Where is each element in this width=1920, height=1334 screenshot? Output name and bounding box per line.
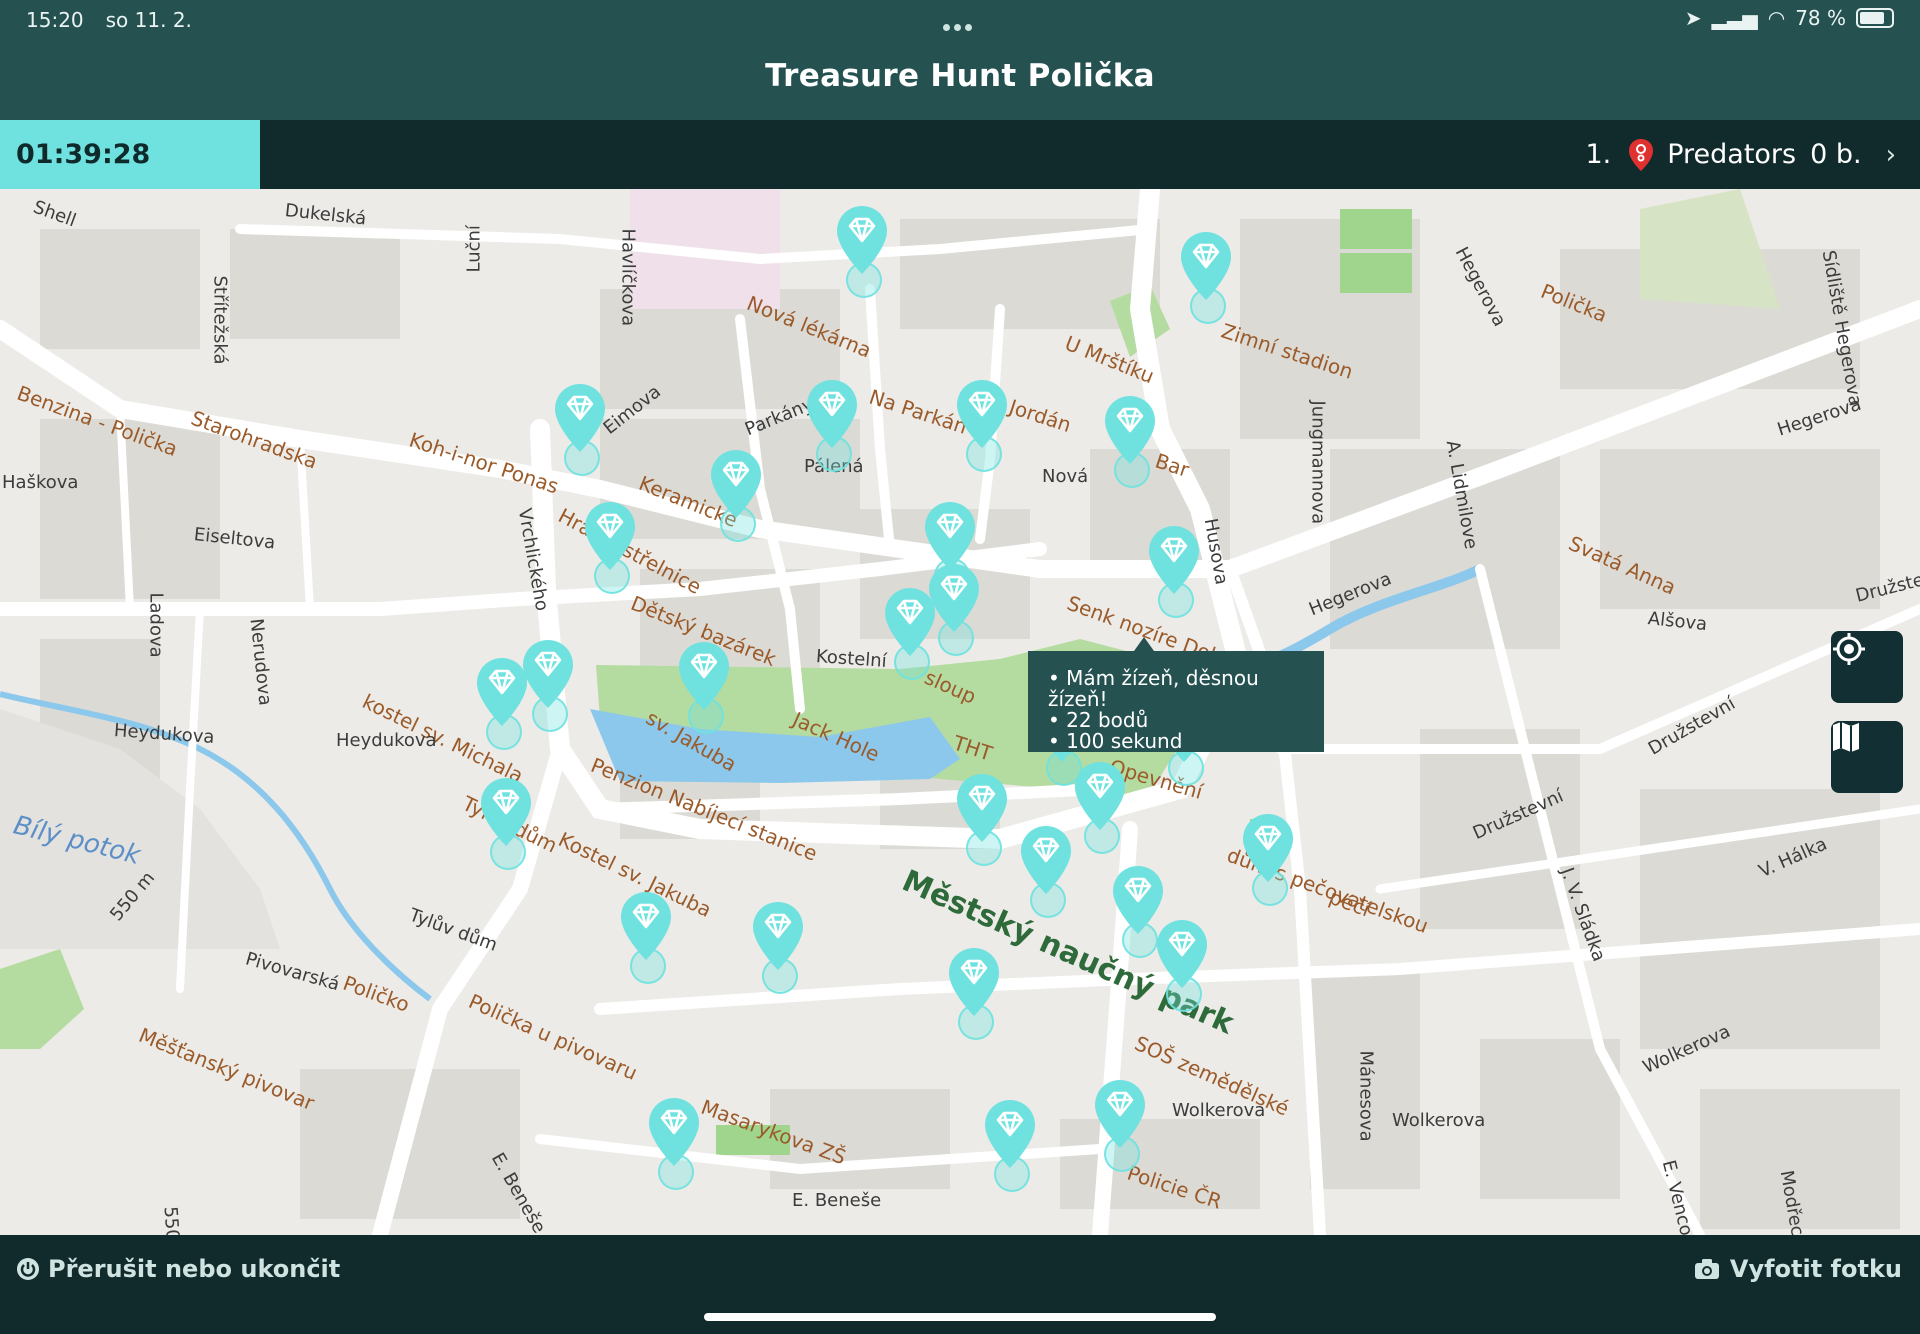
team-points: 0 b. [1810,139,1862,170]
treasure-pin-icon[interactable] [982,1098,1038,1192]
map-label: Havlíčkova [617,228,639,327]
take-photo-label: Vyfotit fotku [1729,1255,1902,1283]
map-label: 550 m [160,1206,185,1235]
map-label: Wolkerova [1392,1110,1486,1131]
signal-icon: ▂▃▅ [1711,6,1758,30]
pause-or-end-button[interactable]: Přerušit nebo ukončit [16,1255,340,1283]
treasure-pin-icon[interactable] [646,1096,702,1190]
locate-icon [1833,633,1865,665]
team-name: Predators [1667,139,1797,170]
treasure-pin-icon[interactable] [750,900,806,994]
multitasking-dots-icon[interactable] [943,16,977,31]
map-label: Mánesova [1355,1050,1377,1142]
home-indicator[interactable] [704,1313,1216,1321]
treasure-pin-icon[interactable] [1072,760,1128,854]
treasure-pin-icon[interactable] [954,378,1010,472]
treasure-pin-icon[interactable] [618,890,674,984]
treasure-pin-icon[interactable] [954,772,1010,866]
map-label: Ladova [145,592,167,658]
map-label: E. Beneše [792,1190,882,1211]
bottom-bar: Přerušit nebo ukončit Vyfotit fotku [0,1235,1920,1334]
status-bar-left: 15:20 so 11. 2. [26,8,214,32]
map-view[interactable]: Shell Dukelská Střítežská Luční Havlíčkova Be… [0,189,1920,1235]
treasure-pin-icon[interactable] [1146,524,1202,618]
map-label: Nová [1042,466,1089,487]
power-icon [17,1258,39,1280]
treasure-pin-icon[interactable] [552,382,608,476]
countdown-timer: 01:39:28 [0,120,260,189]
treasure-pin-icon[interactable] [1018,824,1074,918]
map-label: Luční [463,225,485,273]
app-header: 15:20 so 11. 2. ➤ ▂▃▅ ◠ 78 % Treasure Hun… [0,0,1920,120]
tooltip-line: 100 sekund [1048,731,1304,752]
treasure-pin-icon[interactable] [520,638,576,732]
camera-icon [1694,1259,1719,1279]
team-score-link[interactable]: 1. Predators 0 b. › [1585,120,1896,189]
map-label: Jungmannova [1307,400,1329,525]
game-status-bar: 01:39:28 1. Predators 0 b. › [0,120,1920,189]
chevron-right-icon: › [1885,139,1896,170]
tooltip-line: Mám žízeň, děsnou žízeň! [1048,668,1304,710]
map-label: Střítežská [209,275,231,365]
map-layers-button[interactable] [1831,721,1903,793]
map-label: Wolkerova [1172,1100,1266,1121]
page-title: Treasure Hunt Polička [765,58,1155,94]
pause-or-end-label: Přerušit nebo ukončit [48,1255,341,1283]
battery-icon [1856,8,1894,28]
status-time: 15:20 [26,8,84,32]
treasure-pin-icon[interactable] [478,776,534,870]
treasure-pin-icon[interactable] [804,378,860,472]
status-bar-right: ➤ ▂▃▅ ◠ 78 % [1685,6,1894,30]
treasure-tooltip: Mám žízeň, děsnou žízeň! 22 bodů 100 sek… [1028,637,1324,752]
treasure-pin-icon[interactable] [676,640,732,734]
treasure-pin-icon[interactable] [1178,230,1234,324]
treasure-pin-icon[interactable] [708,448,764,542]
treasure-pin-icon[interactable] [582,500,638,594]
treasure-pin-icon[interactable] [946,946,1002,1040]
wifi-icon: ◠ [1767,6,1786,30]
map-label: Heydukova [336,730,437,751]
map-label: Haškova [2,472,79,493]
map-base [0,189,1920,1235]
treasure-pin-icon[interactable] [1092,1078,1148,1172]
treasure-pin-icon[interactable] [834,204,890,298]
treasure-pin-icon[interactable] [1154,918,1210,1012]
team-rank: 1. [1585,139,1612,170]
locate-me-button[interactable] [1831,631,1903,703]
treasure-pin-icon[interactable] [882,586,938,680]
status-date: so 11. 2. [105,8,192,32]
location-arrow-icon: ➤ [1684,6,1702,30]
take-photo-button[interactable]: Vyfotit fotku [1694,1255,1902,1283]
team-pin-icon [1629,138,1654,171]
tooltip-line: 22 bodů [1048,710,1304,731]
treasure-pin-icon[interactable] [1102,394,1158,488]
battery-percent: 78 % [1795,6,1846,30]
treasure-pin-icon[interactable] [1240,812,1296,906]
map-icon [1833,722,1859,752]
